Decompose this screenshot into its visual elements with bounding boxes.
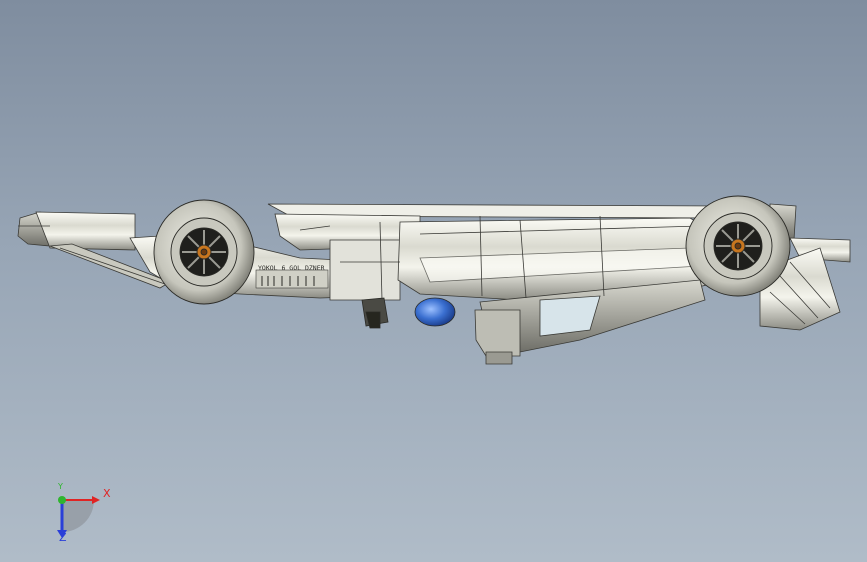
side-text: YOKOL 6 GOL DZNER (258, 264, 325, 272)
graphics-viewport[interactable]: YOKOL 6 GOL DZNER X Y Z (0, 0, 867, 562)
x-axis-label: X (103, 487, 111, 500)
orientation-triad: X Y Z (40, 478, 130, 548)
y-axis-label: Y (58, 482, 63, 491)
side-text-plate: YOKOL 6 GOL DZNER (255, 264, 329, 289)
car-model[interactable]: YOKOL 6 GOL DZNER (0, 0, 867, 562)
triad-plane (62, 500, 94, 532)
front-wheel (153, 199, 255, 305)
lower-components (361, 297, 456, 329)
y-axis-dot (58, 496, 66, 504)
z-axis-label: Z (59, 531, 67, 544)
rear-wheel (685, 195, 791, 297)
